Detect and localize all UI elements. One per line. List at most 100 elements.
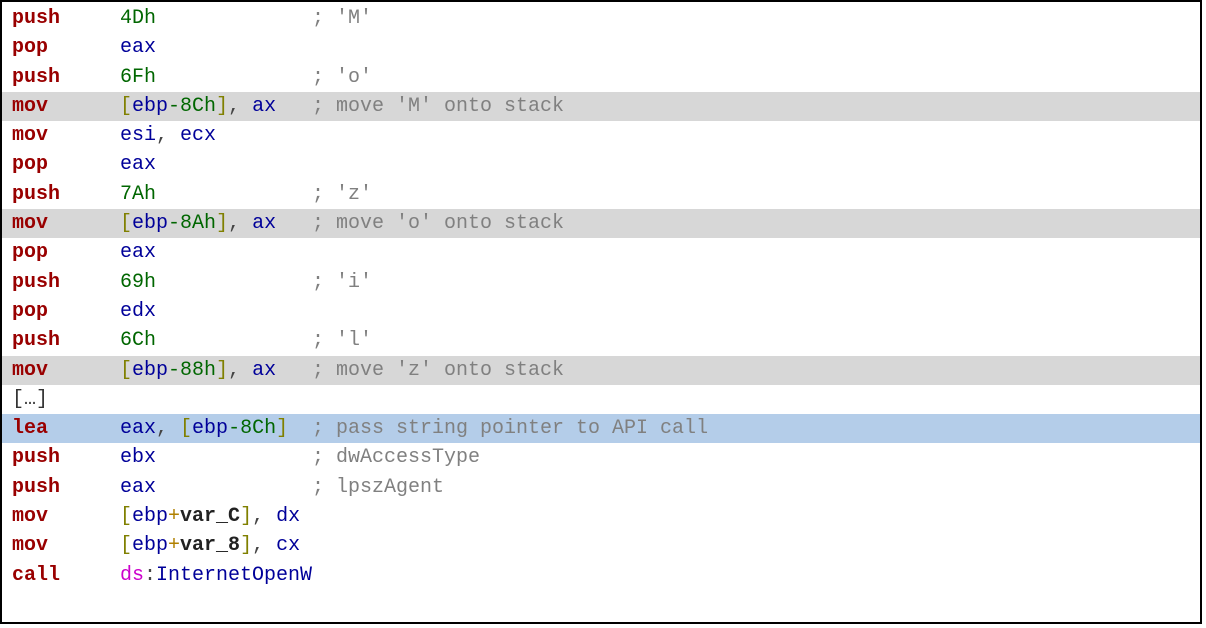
mnemonic: push [12,446,60,469]
comment: ; pass string pointer to API call [312,414,708,443]
token-reg: ax [252,95,276,118]
mnemonic: mov [12,124,48,147]
mnemonic: pop [12,300,48,323]
token-reg: ebp [192,417,228,440]
ellipsis: […] [12,385,48,414]
token-bracket: ] [240,505,252,528]
token-comment: ; lpszAgent [312,476,444,499]
token-reg: eax [120,153,156,176]
asm-line: mov esi, ecx [2,121,1200,150]
mnemonic: mov [12,505,48,528]
token-bracket: [ [120,534,132,557]
operands: 69h [120,268,312,297]
operands: [ebp-8Ch], ax [120,92,312,121]
comment: ; move 'z' onto stack [312,356,564,385]
token-num: 6Ch [120,329,156,352]
token-comment: ; pass string pointer to API call [312,417,708,440]
token-apiname: InternetOpenW [156,564,312,587]
mnemonic: push [12,329,60,352]
comment: ; lpszAgent [312,473,444,502]
token-varname: var_8 [180,534,240,557]
token-punct: , [156,124,180,147]
comment: ; dwAccessType [312,443,480,472]
asm-line: push eax ; lpszAgent [2,473,1200,502]
comment: ; 'z' [312,180,372,209]
token-comment: ; move 'z' onto stack [312,359,564,382]
token-num: 8Ah [180,212,216,235]
token-bracket: [ [180,417,192,440]
mnemonic: call [12,564,60,587]
token-comment: ; 'l' [312,329,372,352]
token-reg: ax [252,212,276,235]
asm-line: […] [2,385,1200,414]
asm-line: call ds:InternetOpenW [2,561,1200,590]
operands: eax [120,238,312,267]
token-reg: eax [120,241,156,264]
token-plus: + [168,505,180,528]
token-reg: dx [276,505,300,528]
asm-line: push 7Ah ; 'z' [2,180,1200,209]
token-punct: , [252,534,276,557]
mnemonic: push [12,7,60,30]
token-bracket: ] [216,95,228,118]
token-reg: ebp [132,95,168,118]
operands: esi, ecx [120,121,312,150]
comment: ; move 'M' onto stack [312,92,564,121]
token-bracket: ] [240,534,252,557]
comment: ; move 'o' onto stack [312,209,564,238]
mnemonic: mov [12,212,48,235]
operands: ebx [120,443,312,472]
token-num: 8Ch [240,417,276,440]
disassembly-listing: push4Dh ; 'M'popeaxpush6Fh ; 'o'mov[ebp-… [0,0,1202,624]
mnemonic: lea [12,417,48,440]
operands: edx [120,297,312,326]
asm-line: mov[ebp-8Ch], ax; move 'M' onto stack [2,92,1200,121]
token-txt [156,66,168,89]
token-reg: ebx [120,446,156,469]
token-reg: eax [120,476,156,499]
token-comment: ; move 'M' onto stack [312,95,564,118]
token-reg: cx [276,534,300,557]
mnemonic: push [12,476,60,499]
asm-line: mov[ebp+var_C], dx [2,502,1200,531]
token-minus: - [168,359,180,382]
token-reg: ecx [180,124,216,147]
comment: ; 'M' [312,4,372,33]
token-reg: ebp [132,212,168,235]
token-punct: , [156,417,180,440]
token-bracket: ] [216,212,228,235]
token-bracket: [ [120,95,132,118]
token-txt [156,7,168,30]
asm-line: push4Dh ; 'M' [2,4,1200,33]
mnemonic: push [12,183,60,206]
asm-line: pop edx [2,297,1200,326]
mnemonic: mov [12,534,48,557]
token-comment: ; dwAccessType [312,446,480,469]
token-num: 88h [180,359,216,382]
token-txt [156,329,168,352]
token-comment: ; 'M' [312,7,372,30]
token-comment: ; 'i' [312,271,372,294]
operands: 6Ch [120,326,312,355]
token-num: 69h [120,271,156,294]
token-seg: ds [120,564,144,587]
token-punct: : [144,564,156,587]
token-num: 7Ah [120,183,156,206]
operands: [ebp-8Ah], ax [120,209,312,238]
token-minus: - [168,212,180,235]
token-reg: eax [120,417,156,440]
token-varname: var_C [180,505,240,528]
comment: ; 'i' [312,268,372,297]
asm-line: popeax [2,238,1200,267]
asm-line: push6Fh ; 'o' [2,63,1200,92]
mnemonic: push [12,271,60,294]
mnemonic: mov [12,359,48,382]
operands: 6Fh [120,63,312,92]
token-reg: ebp [132,359,168,382]
asm-line: popeax [2,33,1200,62]
operands: eax [120,33,312,62]
mnemonic: pop [12,153,48,176]
operands: eax, [ebp-8Ch] [120,414,312,443]
operands: eax [120,473,312,502]
token-punct: , [252,505,276,528]
